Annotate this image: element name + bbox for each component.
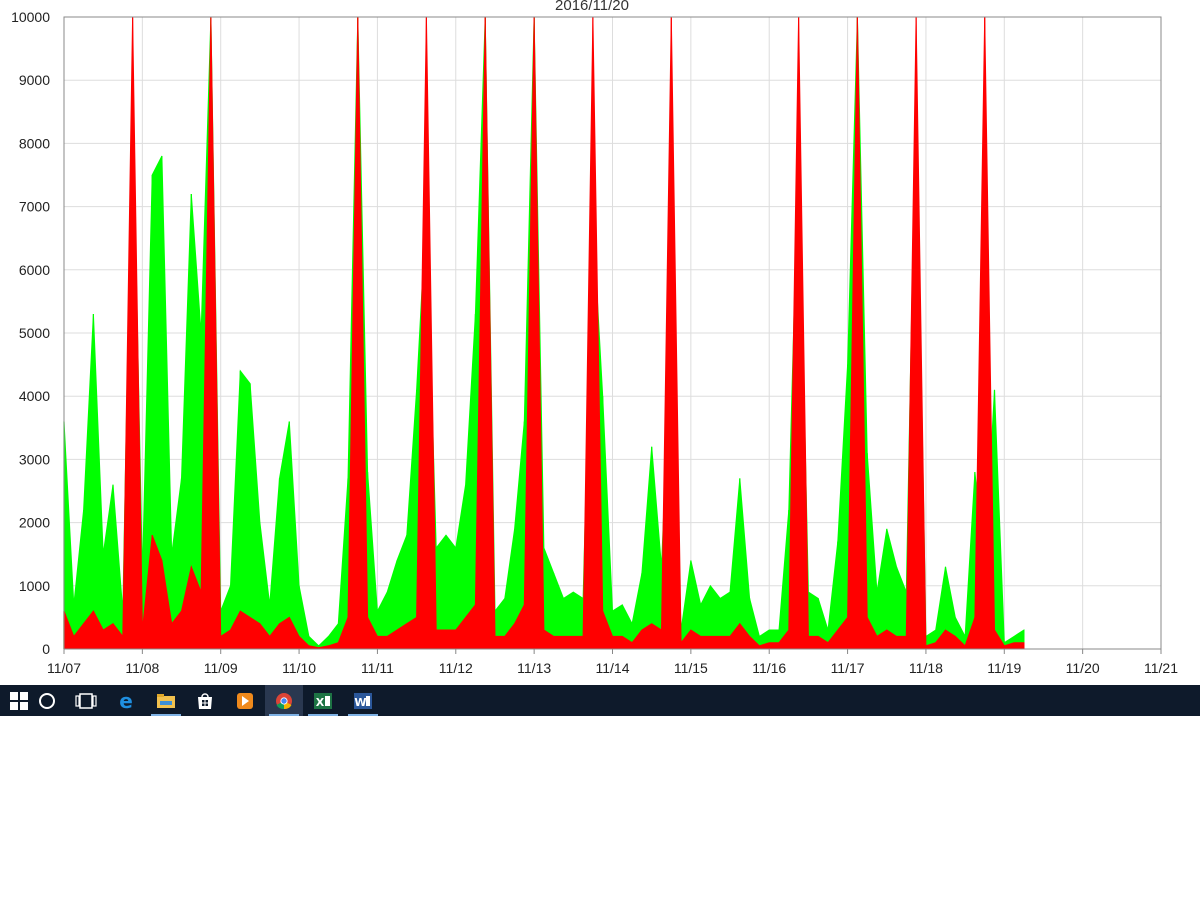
x-tick-label: 11/18 xyxy=(909,660,943,676)
task-view-button[interactable] xyxy=(67,685,105,716)
y-tick-label: 9000 xyxy=(19,72,50,88)
chrome-icon xyxy=(276,692,292,709)
excel-icon-label: X xyxy=(316,696,325,709)
media-player-button[interactable] xyxy=(226,685,264,716)
word-icon-label: W xyxy=(354,696,366,709)
x-tick-label: 11/21 xyxy=(1144,660,1178,676)
word-icon: W xyxy=(354,692,372,709)
y-tick-label: 7000 xyxy=(19,199,50,215)
file-explorer-button[interactable] xyxy=(147,685,185,716)
taskbar: e X W xyxy=(0,685,1200,716)
y-tick-label: 10000 xyxy=(11,9,50,25)
y-tick-label: 2000 xyxy=(19,515,50,531)
y-tick-label: 0 xyxy=(42,641,50,657)
y-tick-labels: 0 1000 2000 3000 4000 5000 6000 7000 8000 9000 100… xyxy=(11,9,50,657)
x-tick-label: 11/08 xyxy=(125,660,159,676)
y-tick-label: 4000 xyxy=(19,388,50,404)
y-tick-label: 5000 xyxy=(19,325,50,341)
x-tick-label: 11/10 xyxy=(282,660,316,676)
store-icon xyxy=(198,692,212,709)
y-tick-label: 1000 xyxy=(19,578,50,594)
x-tick-label: 11/20 xyxy=(1066,660,1100,676)
x-tick-label: 11/13 xyxy=(517,660,551,676)
x-tick-label: 11/12 xyxy=(439,660,473,676)
edge-button[interactable]: e xyxy=(107,685,145,716)
y-tick-label: 3000 xyxy=(19,451,50,467)
x-tick-label: 11/19 xyxy=(987,660,1021,676)
task-view-icon xyxy=(75,692,97,709)
excel-icon: X xyxy=(314,692,332,709)
svg-text:e: e xyxy=(119,691,133,711)
word-button[interactable]: W xyxy=(344,685,382,716)
file-explorer-icon xyxy=(157,693,175,708)
y-tick-label: 6000 xyxy=(19,262,50,278)
traffic-chart: 0 1000 2000 3000 4000 5000 6000 7000 8000 9000 100… xyxy=(11,0,1178,676)
excel-button[interactable]: X xyxy=(304,685,342,716)
x-tick-label: 11/07 xyxy=(47,660,81,676)
x-tick-labels: 11/07 11/08 11/09 11/10 11/11 11/12 11/13 11/14… xyxy=(47,649,1178,676)
x-tick-label: 11/16 xyxy=(752,660,786,676)
chart-area: 0 1000 2000 3000 4000 5000 6000 7000 8000 9000 100… xyxy=(0,0,1200,685)
x-tick-label: 11/11 xyxy=(361,660,394,676)
cortana-button[interactable] xyxy=(28,685,66,716)
cortana-icon xyxy=(39,692,55,709)
chart-title: 2016/11/20 xyxy=(555,0,629,14)
store-button[interactable] xyxy=(186,685,224,716)
x-tick-label: 11/14 xyxy=(596,660,630,676)
y-tick-label: 8000 xyxy=(19,135,50,151)
media-player-icon xyxy=(237,692,253,709)
chrome-button[interactable] xyxy=(265,685,303,716)
x-tick-label: 11/17 xyxy=(831,660,865,676)
x-tick-label: 11/15 xyxy=(674,660,708,676)
windows-start-icon xyxy=(10,691,28,710)
x-tick-label: 11/09 xyxy=(204,660,238,676)
edge-icon: e xyxy=(119,691,133,711)
